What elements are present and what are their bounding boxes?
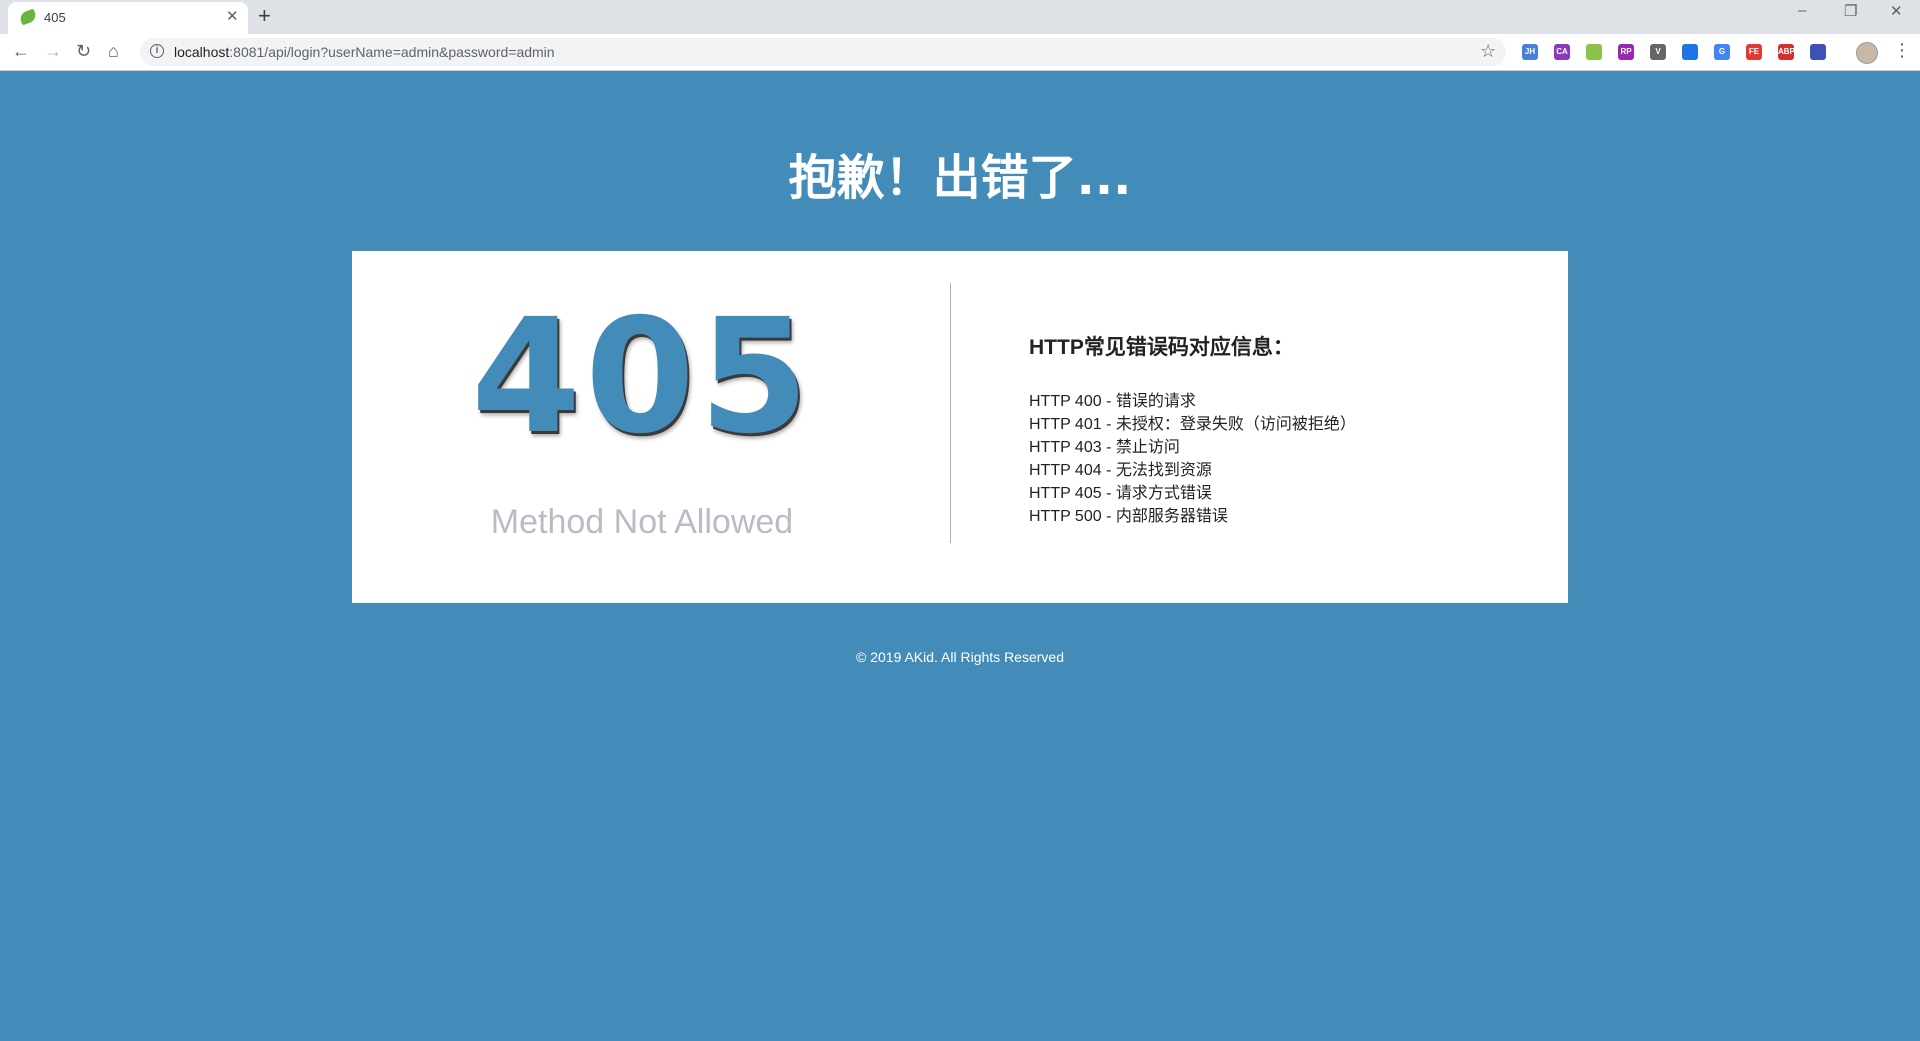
fe-extension-icon[interactable]: FE bbox=[1746, 44, 1762, 60]
bookmark-star-icon[interactable]: ☆ bbox=[1480, 41, 1496, 62]
back-button[interactable]: ← bbox=[12, 41, 30, 61]
list-item: HTTP 403 - 禁止访问 bbox=[1029, 439, 1180, 456]
error-status-text: Method Not Allowed bbox=[490, 503, 794, 541]
green-extension-icon[interactable] bbox=[1586, 44, 1602, 60]
list-item: HTTP 405 - 请求方式错误 bbox=[1029, 485, 1212, 502]
url-path: :8081/api/login?userName=admin&password=… bbox=[229, 44, 555, 60]
divider bbox=[950, 283, 951, 543]
jh-extension-icon[interactable]: JH bbox=[1522, 44, 1538, 60]
restore-button[interactable]: ❐ bbox=[1844, 2, 1857, 20]
profile-avatar[interactable] bbox=[1856, 42, 1878, 64]
tab-title: 405 bbox=[44, 10, 66, 25]
error-card: 405 Method Not Allowed HTTP常见错误码对应信息： HT… bbox=[352, 251, 1568, 603]
spring-leaf-icon bbox=[18, 8, 38, 26]
footer-copyright: © 2019 AKid. All Rights Reserved bbox=[856, 649, 1064, 665]
page-title: 抱歉！出错了... bbox=[788, 150, 1132, 206]
tab-close-icon[interactable]: ✕ bbox=[226, 8, 239, 26]
ca-extension-icon[interactable]: CA bbox=[1554, 44, 1570, 60]
tab-strip: 405 ✕ + – ❐ ✕ bbox=[0, 0, 1920, 34]
translate-extension-icon[interactable]: G bbox=[1714, 44, 1730, 60]
browser-menu-icon[interactable]: ⋮ bbox=[1893, 40, 1911, 60]
abp-extension-icon[interactable]: ABP bbox=[1778, 44, 1795, 60]
list-item: HTTP 401 - 未授权：登录失败（访问被拒绝） bbox=[1029, 416, 1356, 433]
url-text[interactable]: localhost:8081/api/login?userName=admin&… bbox=[174, 44, 555, 60]
rp-extension-icon[interactable]: RP bbox=[1618, 44, 1634, 60]
error-code: 405 bbox=[471, 285, 813, 469]
list-item: HTTP 500 - 内部服务器错误 bbox=[1029, 508, 1228, 525]
list-item: HTTP 404 - 无法找到资源 bbox=[1029, 462, 1212, 479]
minimize-button[interactable]: – bbox=[1798, 2, 1806, 19]
info-heading: HTTP常见错误码对应信息： bbox=[1029, 336, 1294, 359]
browser-tab[interactable]: 405 ✕ bbox=[8, 2, 248, 34]
reload-button[interactable]: ↻ bbox=[76, 41, 91, 61]
v-extension-icon[interactable]: V bbox=[1650, 44, 1666, 60]
browser-toolbar: ← → ↻ ⌂ i localhost:8081/api/login?userN… bbox=[0, 34, 1920, 71]
url-host: localhost bbox=[174, 44, 230, 60]
list-item: HTTP 400 - 错误的请求 bbox=[1029, 393, 1196, 410]
close-window-button[interactable]: ✕ bbox=[1890, 2, 1903, 20]
address-bar[interactable]: i localhost:8081/api/login?userName=admi… bbox=[140, 38, 1506, 66]
home-button[interactable]: ⌂ bbox=[108, 41, 119, 61]
site-info-icon[interactable]: i bbox=[150, 44, 164, 58]
blue-extension-icon[interactable] bbox=[1810, 44, 1826, 60]
new-tab-button[interactable]: + bbox=[258, 4, 271, 28]
error-code-list: HTTP 400 - 错误的请求 HTTP 401 - 未授权：登录失败（访问被… bbox=[1029, 390, 1356, 528]
pocket-extension-icon[interactable] bbox=[1682, 44, 1698, 60]
forward-button[interactable]: → bbox=[44, 41, 62, 61]
